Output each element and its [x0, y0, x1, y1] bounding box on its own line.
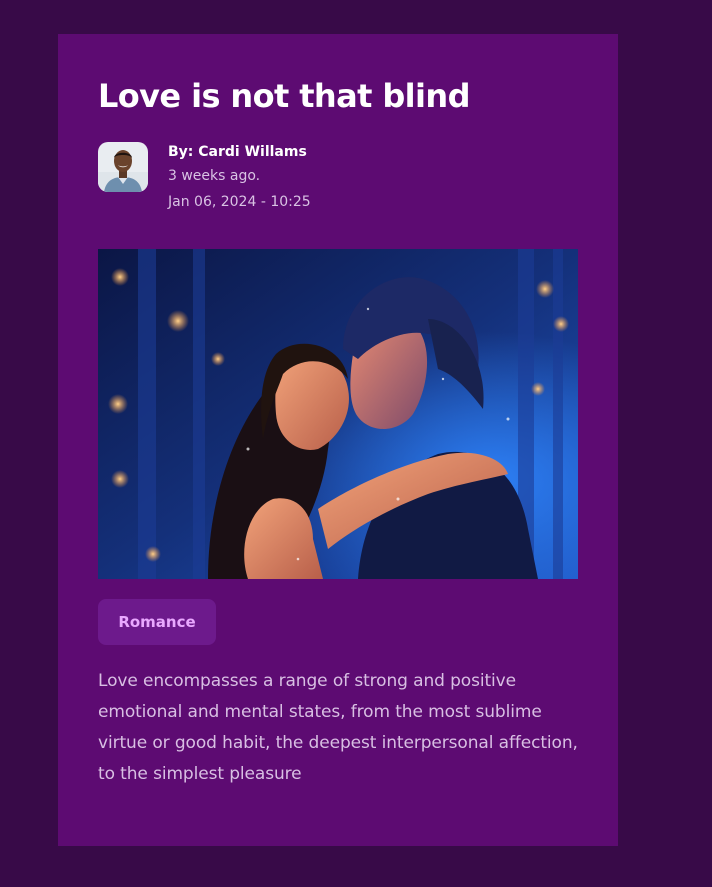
author-name: By: Cardi Willams — [168, 144, 307, 160]
post-title: Love is not that blind — [98, 77, 470, 115]
post-description: Love encompasses a range of strong and p… — [98, 671, 578, 784]
category-tag[interactable]: Romance — [98, 599, 216, 645]
relative-time: 3 weeks ago. — [168, 168, 261, 184]
post-hero-image — [98, 249, 578, 579]
post-meta: By: Cardi Willams 3 weeks ago. Jan 06, 2… — [168, 142, 311, 212]
post-card: Love is not that blind By: Cardi Willams… — [58, 34, 618, 846]
post-timestamp: Jan 06, 2024 - 10:25 — [168, 194, 311, 210]
author-avatar — [98, 142, 148, 192]
